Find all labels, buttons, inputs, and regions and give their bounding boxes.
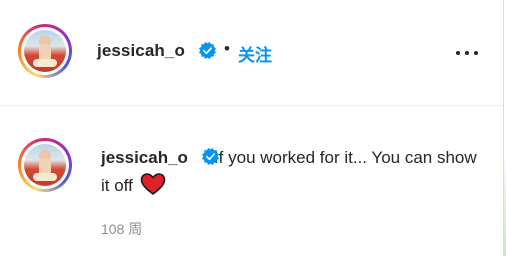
more-options-icon[interactable] [454,40,480,66]
comment-timestamp[interactable]: 108 周 [101,219,142,239]
username-link[interactable]: jessicah_o [97,41,185,61]
post-header: jessicah_o • 关注 [0,0,503,105]
caption-comment: jessicah_o If you worked for it... You ca… [101,144,481,200]
follow-button[interactable]: 关注 [238,41,272,66]
verified-badge-icon [199,42,216,59]
verified-badge-icon [202,148,219,165]
profile-photo [24,30,66,72]
divider [0,105,503,106]
red-heart-icon [140,173,165,195]
separator-dot: • [224,39,230,58]
comment-avatar[interactable] [18,138,72,192]
profile-photo [24,144,66,186]
avatar[interactable] [18,24,72,78]
comment-username-link[interactable]: jessicah_o [101,148,188,167]
